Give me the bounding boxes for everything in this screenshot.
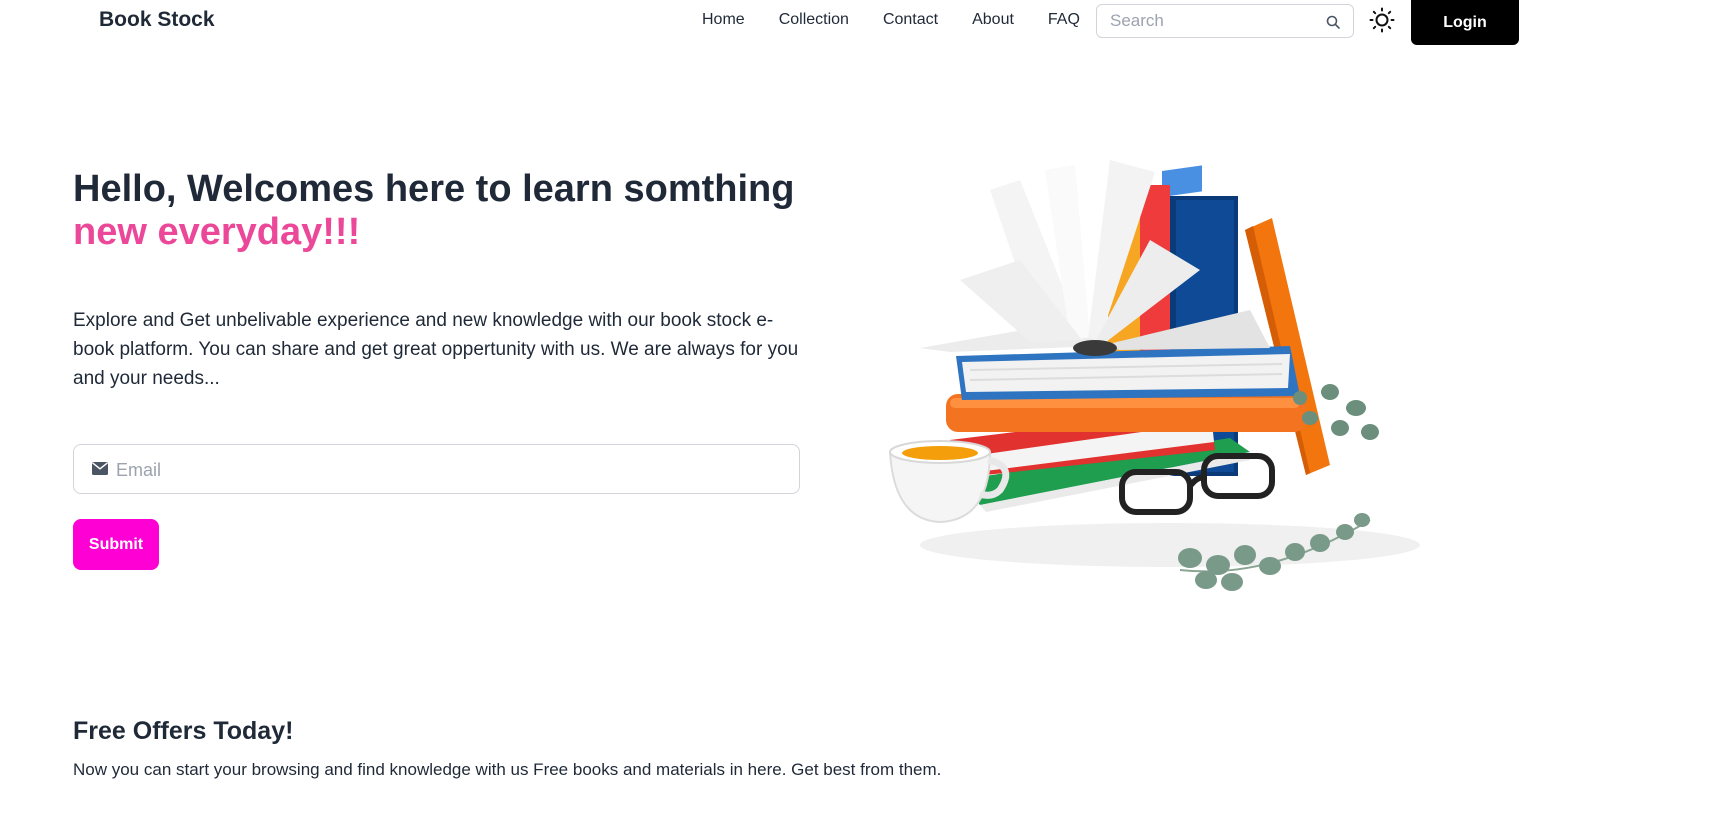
hero-title: Hello, Welcomes here to learn somthing n… (73, 168, 794, 254)
envelope-icon (92, 462, 108, 475)
submit-button[interactable]: Submit (73, 519, 159, 570)
brand-logo[interactable]: Book Stock (99, 8, 215, 32)
nav-link-about[interactable]: About (972, 11, 1014, 29)
sun-icon[interactable] (1369, 7, 1395, 33)
search-icon[interactable] (1325, 14, 1341, 30)
search-box (1096, 4, 1354, 38)
hero-title-line1: Hello, Welcomes here to learn somthing (73, 168, 795, 210)
hero-description: Explore and Get unbelivable experience a… (73, 310, 799, 389)
email-input[interactable] (116, 458, 776, 482)
nav-link-contact[interactable]: Contact (883, 11, 938, 29)
nav-links: Home Collection Contact About FAQ (702, 11, 1114, 29)
nav-link-collection[interactable]: Collection (779, 11, 849, 29)
email-field (73, 444, 800, 494)
nav-link-faq[interactable]: FAQ (1048, 11, 1080, 29)
login-button[interactable]: Login (1411, 0, 1519, 45)
hero-title-accent: new everyday!!! (73, 211, 361, 253)
search-input[interactable] (1110, 10, 1310, 32)
navbar: Book Stock Home Collection Contact About… (0, 0, 1711, 46)
offers-title: Free Offers Today! (73, 717, 294, 745)
offers-description: Now you can start your browsing and find… (73, 760, 942, 779)
nav-link-home[interactable]: Home (702, 11, 745, 29)
books-illustration (888, 160, 1420, 591)
